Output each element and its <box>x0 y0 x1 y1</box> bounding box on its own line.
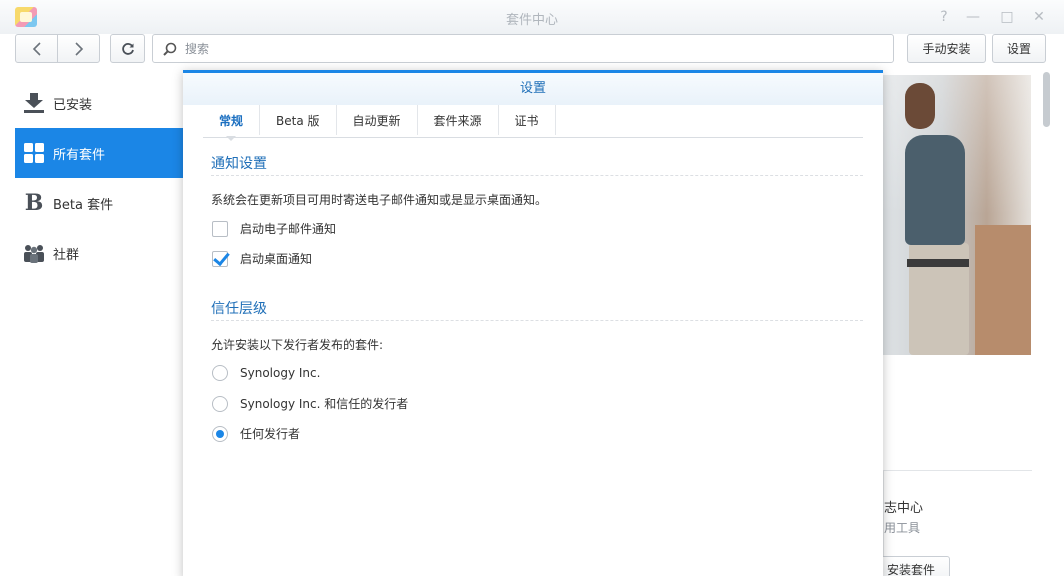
email-notification-label: 启动电子邮件通知 <box>240 222 337 236</box>
back-button[interactable] <box>16 35 57 62</box>
sidebar-item-beta-packages[interactable]: B Beta 套件 <box>0 178 183 228</box>
toolbar: 手动安装 设置 <box>0 34 1064 68</box>
package-card-subtitle: 用工具 <box>884 521 921 535</box>
title-bar: 套件中心 ? — □ ✕ <box>0 0 1064 34</box>
tab-certificate[interactable]: 证书 <box>499 105 556 135</box>
search-icon <box>163 41 179 57</box>
trust-option-trusted-publishers[interactable]: Synology Inc. 和信任的发行者 <box>212 395 408 412</box>
tab-package-sources[interactable]: 套件来源 <box>418 105 499 135</box>
dialog-title: 设置 <box>183 73 883 105</box>
nav-button-group <box>15 34 100 63</box>
trust-radio-synology[interactable] <box>212 365 228 381</box>
desktop-notification-option[interactable]: 启动桌面通知 <box>212 250 312 267</box>
featured-banner-image[interactable] <box>883 75 1031 355</box>
beta-icon: B <box>24 190 44 216</box>
tab-auto-update[interactable]: 自动更新 <box>337 105 418 135</box>
close-icon[interactable]: ✕ <box>1028 7 1050 27</box>
manual-install-button[interactable]: 手动安装 <box>907 34 986 63</box>
package-card-title: 志中心 <box>884 501 924 516</box>
grid-icon <box>23 142 45 164</box>
help-icon[interactable]: ? <box>933 7 955 27</box>
chevron-left-icon <box>32 41 41 56</box>
trust-option-label: Synology Inc. <box>240 366 321 380</box>
settings-button[interactable]: 设置 <box>992 34 1046 63</box>
forward-button[interactable] <box>57 35 99 62</box>
search-input[interactable] <box>183 40 893 57</box>
desktop-notification-label: 启动桌面通知 <box>240 252 313 266</box>
tab-general[interactable]: 常规 <box>203 105 261 141</box>
section-divider <box>211 175 863 176</box>
chevron-right-icon <box>74 41 83 56</box>
sidebar-item-community[interactable]: 社群 <box>0 228 183 278</box>
refresh-icon <box>121 42 134 55</box>
sidebar-item-installed[interactable]: 已安装 <box>0 78 183 128</box>
notification-section-title: 通知设置 <box>211 156 267 172</box>
sidebar: 已安装 所有套件 B Beta 套件 社群 <box>0 78 183 278</box>
sidebar-item-label: Beta 套件 <box>53 197 114 213</box>
sidebar-item-label: 社群 <box>53 247 80 263</box>
trust-option-any-publisher[interactable]: 任何发行者 <box>212 425 300 442</box>
download-icon <box>23 92 45 114</box>
trust-description: 允许安装以下发行者发布的套件: <box>211 338 384 352</box>
notification-description: 系统会在更新项目可用时寄送电子邮件通知或是显示桌面通知。 <box>211 193 548 207</box>
community-icon <box>23 242 45 264</box>
email-notification-checkbox[interactable] <box>212 220 228 237</box>
trust-section-title: 信任层级 <box>211 301 267 317</box>
settings-dialog: 设置 常规 Beta 版 自动更新 套件来源 证书 通知设置 系统会在更新项目可… <box>183 70 883 576</box>
sidebar-item-label: 所有套件 <box>53 147 106 163</box>
sidebar-item-all-packages[interactable]: 所有套件 <box>15 128 183 178</box>
minimize-icon[interactable]: — <box>962 7 984 27</box>
trust-option-label: Synology Inc. 和信任的发行者 <box>240 397 409 411</box>
window-title: 套件中心 <box>505 13 558 28</box>
sidebar-item-label: 已安装 <box>53 97 93 113</box>
email-notification-option[interactable]: 启动电子邮件通知 <box>212 220 336 237</box>
scrollbar[interactable] <box>1043 72 1050 127</box>
tab-beta[interactable]: Beta 版 <box>260 105 337 135</box>
refresh-button[interactable] <box>110 34 145 63</box>
trust-radio-trusted-publishers[interactable] <box>212 395 228 412</box>
settings-tabs: 常规 Beta 版 自动更新 套件来源 证书 <box>203 105 863 141</box>
search-box[interactable] <box>152 34 894 63</box>
maximize-icon[interactable]: □ <box>996 7 1018 27</box>
desktop-notification-checkbox[interactable] <box>212 250 228 267</box>
trust-radio-any-publisher[interactable] <box>212 425 228 442</box>
package-center-window: 套件中心 ? — □ ✕ 手动安装 设置 <box>0 0 1064 576</box>
section-divider <box>211 320 863 321</box>
install-package-button[interactable]: 安装套件 <box>878 556 950 576</box>
trust-option-synology[interactable]: Synology Inc. <box>212 365 320 381</box>
trust-option-label: 任何发行者 <box>240 427 301 441</box>
